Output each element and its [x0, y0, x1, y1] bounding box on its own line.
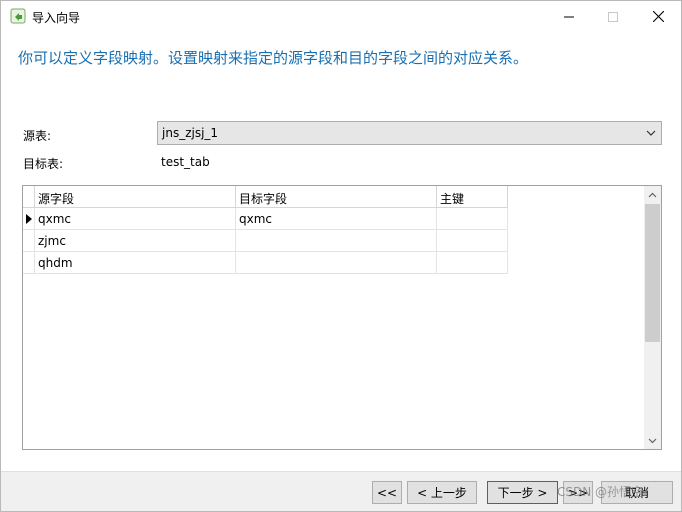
- grid-header: 源字段 目标字段 主键: [23, 186, 508, 208]
- next-step-button[interactable]: 下一步 >: [487, 481, 558, 504]
- row-indicator: [23, 230, 35, 252]
- table-row[interactable]: zjmc: [23, 230, 508, 252]
- wizard-footer: << < 上一步 下一步 > >> 取消: [1, 471, 681, 511]
- source-table-value: jns_zjsj_1: [162, 126, 219, 140]
- field-mapping-grid[interactable]: 源字段 目标字段 主键 qxmc qxmc zjmc qhdm: [22, 185, 662, 450]
- primary-key-cell[interactable]: [437, 252, 508, 274]
- vertical-scrollbar[interactable]: [644, 186, 661, 449]
- column-header-target-field[interactable]: 目标字段: [236, 186, 437, 208]
- previous-step-button[interactable]: < 上一步: [407, 481, 477, 504]
- table-row[interactable]: qxmc qxmc: [23, 208, 508, 230]
- title-bar: 导入向导: [1, 1, 681, 32]
- import-wizard-window: 导入向导 你可以定义字段映射。设置映射来指定的源字段和目的字段之间的对应关系。 …: [0, 0, 682, 512]
- target-table-value: test_tab: [161, 155, 210, 169]
- chevron-down-icon: [646, 130, 656, 136]
- instruction-text: 你可以定义字段映射。设置映射来指定的源字段和目的字段之间的对应关系。: [18, 49, 529, 67]
- cancel-button[interactable]: 取消: [601, 481, 673, 504]
- source-table-select[interactable]: jns_zjsj_1: [157, 121, 662, 145]
- window-title: 导入向导: [32, 11, 81, 25]
- minimize-icon: [564, 16, 574, 17]
- maximize-button[interactable]: [590, 1, 636, 32]
- column-header-primary-key[interactable]: 主键: [437, 186, 508, 208]
- table-row[interactable]: qhdm: [23, 252, 508, 274]
- scroll-up-button[interactable]: [644, 186, 661, 203]
- scroll-down-button[interactable]: [644, 432, 661, 449]
- source-field-cell[interactable]: qxmc: [35, 208, 236, 230]
- target-field-cell[interactable]: qxmc: [236, 208, 437, 230]
- maximize-icon: [608, 11, 618, 22]
- current-row-arrow-icon: [26, 214, 32, 224]
- row-indicator: [23, 252, 35, 274]
- target-field-cell[interactable]: [236, 230, 437, 252]
- close-button[interactable]: [635, 1, 681, 32]
- primary-key-cell[interactable]: [437, 208, 508, 230]
- chevron-up-icon: [648, 192, 657, 197]
- target-table-label: 目标表:: [23, 157, 64, 171]
- source-field-cell[interactable]: zjmc: [35, 230, 236, 252]
- first-step-button[interactable]: <<: [372, 481, 402, 504]
- column-header-source-field[interactable]: 源字段: [35, 186, 236, 208]
- primary-key-cell[interactable]: [437, 230, 508, 252]
- close-icon: [652, 11, 664, 22]
- chevron-down-icon: [648, 438, 657, 443]
- scroll-thumb[interactable]: [645, 204, 660, 342]
- minimize-button[interactable]: [546, 1, 592, 32]
- source-table-label: 源表:: [23, 129, 52, 143]
- last-step-button[interactable]: >>: [563, 481, 593, 504]
- source-field-cell[interactable]: qhdm: [35, 252, 236, 274]
- target-field-cell[interactable]: [236, 252, 437, 274]
- row-indicator: [23, 208, 35, 230]
- import-wizard-icon: [10, 8, 26, 24]
- row-header-corner: [23, 186, 35, 208]
